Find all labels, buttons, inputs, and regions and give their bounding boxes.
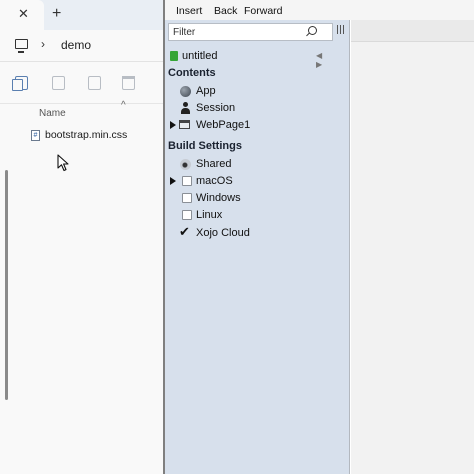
navigator-item-label: App — [196, 85, 216, 97]
back-button[interactable]: Back — [214, 5, 237, 17]
vertical-scrollbar[interactable] — [5, 170, 8, 400]
this-pc-icon[interactable] — [15, 39, 28, 53]
navigator-panel: untitled ◀ ▶ Contents App Session WebPag… — [165, 20, 350, 474]
address-bar[interactable]: › demo — [0, 30, 164, 62]
navigator-item-session[interactable]: Session — [165, 100, 350, 117]
build-target-checkbox[interactable] — [182, 210, 192, 220]
session-icon — [180, 102, 191, 114]
navigator-item-shared[interactable]: Shared — [165, 156, 350, 173]
navigator-item-label: Xojo Cloud — [196, 227, 250, 239]
delete-icon[interactable] — [122, 76, 135, 90]
contents-heading: Contents — [168, 67, 216, 79]
navigator-item-label: macOS — [196, 175, 233, 187]
explorer-tab[interactable]: ✕ — [0, 0, 44, 30]
build-settings-heading: Build Settings — [168, 140, 242, 152]
navigator-item-webpage1[interactable]: WebPage1 — [165, 117, 350, 134]
webpage-icon — [179, 120, 190, 129]
explorer-tab-bar: ✕ + — [0, 0, 164, 30]
css-file-icon: # — [31, 130, 40, 141]
copy-icon[interactable] — [12, 76, 28, 91]
editor-area[interactable] — [351, 20, 474, 474]
xojo-toolbar: Insert Back Forward — [165, 0, 474, 20]
filter-input[interactable] — [173, 26, 303, 39]
file-name[interactable]: bootstrap.min.css — [45, 129, 127, 141]
build-target-checkbox[interactable] — [182, 193, 192, 203]
navigator-item-linux[interactable]: Linux — [165, 207, 350, 224]
navigator-item-label: Windows — [196, 192, 241, 204]
search-icon[interactable] — [308, 26, 317, 35]
breadcrumb-folder[interactable]: demo — [61, 38, 91, 52]
column-header-name[interactable]: Name — [39, 108, 66, 119]
close-tab-icon[interactable]: ✕ — [18, 7, 29, 21]
navigator-item-label: Linux — [196, 209, 223, 221]
file-explorer-window: ✕ + › demo Name ^ # bootstrap.min.css — [0, 0, 164, 474]
build-target-checkbox[interactable] — [182, 176, 192, 186]
project-nav-arrows[interactable]: ◀ ▶ — [316, 51, 350, 69]
navigator-item-windows[interactable]: Windows — [165, 190, 350, 207]
breadcrumb-chevron-icon[interactable]: › — [41, 37, 45, 51]
forward-button[interactable]: Forward — [244, 5, 283, 17]
navigator-item-label: Shared — [196, 158, 232, 170]
new-tab-button[interactable]: + — [52, 5, 61, 23]
checkmark-icon[interactable]: ✔ — [179, 225, 190, 239]
explorer-command-bar — [0, 62, 164, 104]
project-file-icon — [170, 51, 178, 61]
filter-field[interactable] — [168, 23, 333, 41]
project-name[interactable]: untitled — [182, 50, 217, 62]
editor-header — [351, 20, 474, 42]
disclosure-triangle-icon[interactable] — [170, 177, 176, 185]
app-icon — [180, 86, 191, 97]
navigator-item-xojo-cloud[interactable]: ✔ Xojo Cloud — [165, 225, 350, 242]
rename-icon[interactable] — [52, 76, 65, 90]
xojo-ide-window: Insert Back Forward untitled ◀ ▶ Content… — [165, 0, 474, 474]
navigator-item-label: WebPage1 — [196, 119, 251, 131]
insert-button[interactable]: Insert — [176, 5, 202, 17]
sort-ascending-icon: ^ — [121, 100, 126, 111]
project-row[interactable]: untitled ◀ ▶ — [165, 48, 350, 69]
navigator-item-label: Session — [196, 102, 236, 114]
shared-settings-icon — [180, 159, 191, 170]
share-icon[interactable] — [88, 76, 101, 90]
navigator-item-app[interactable]: App — [165, 83, 350, 100]
navigator-item-macos[interactable]: macOS — [165, 173, 350, 190]
mouse-cursor-icon — [57, 154, 69, 172]
disclosure-triangle-icon[interactable] — [170, 121, 176, 129]
filter-options-icon[interactable] — [336, 25, 345, 35]
